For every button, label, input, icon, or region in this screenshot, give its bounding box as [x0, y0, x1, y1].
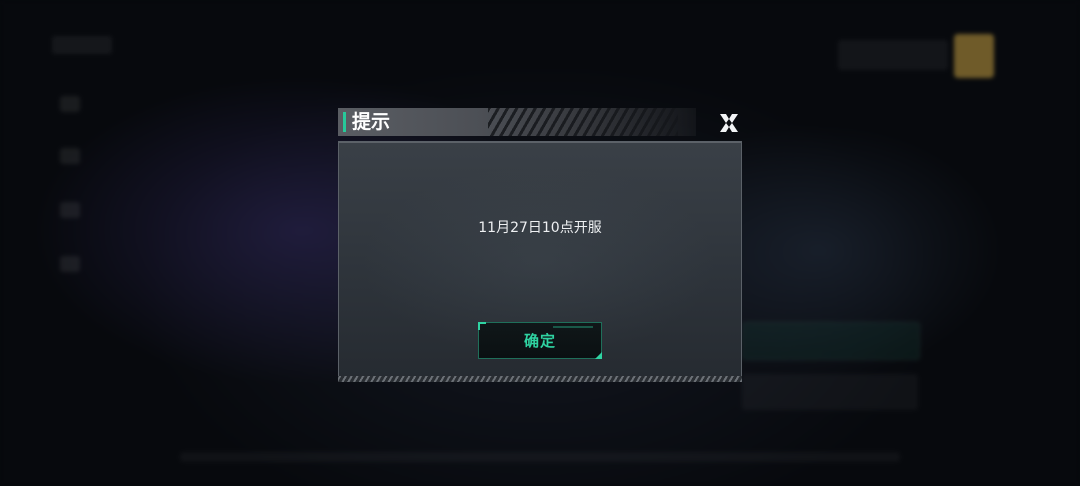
background-coin-icon [954, 34, 994, 78]
background-menu-icon [60, 256, 80, 272]
dialog-title-bar: 提示 [338, 108, 696, 136]
notice-dialog: 提示 11月27日10点开服 确定 [338, 108, 742, 384]
panel-highlight [339, 142, 741, 143]
notice-message: 11月27日10点开服 [478, 220, 602, 236]
background-footer [180, 452, 900, 462]
background-button [742, 322, 920, 360]
close-button[interactable] [716, 110, 742, 136]
dialog-title: 提示 [352, 111, 391, 133]
title-stripe-decoration [488, 108, 678, 136]
confirm-button[interactable]: 确定 [478, 322, 602, 359]
close-x-icon [720, 114, 738, 132]
background-topleft-element [52, 36, 112, 54]
title-accent-bar [343, 112, 346, 132]
background-button [742, 374, 918, 410]
background-menu-icon [60, 202, 80, 218]
background-currency-panel [838, 40, 948, 70]
confirm-button-label: 确定 [523, 332, 556, 350]
background-menu-icon [60, 96, 80, 112]
dialog-bottom-stripe [338, 376, 742, 382]
background-menu-icon [60, 148, 80, 164]
